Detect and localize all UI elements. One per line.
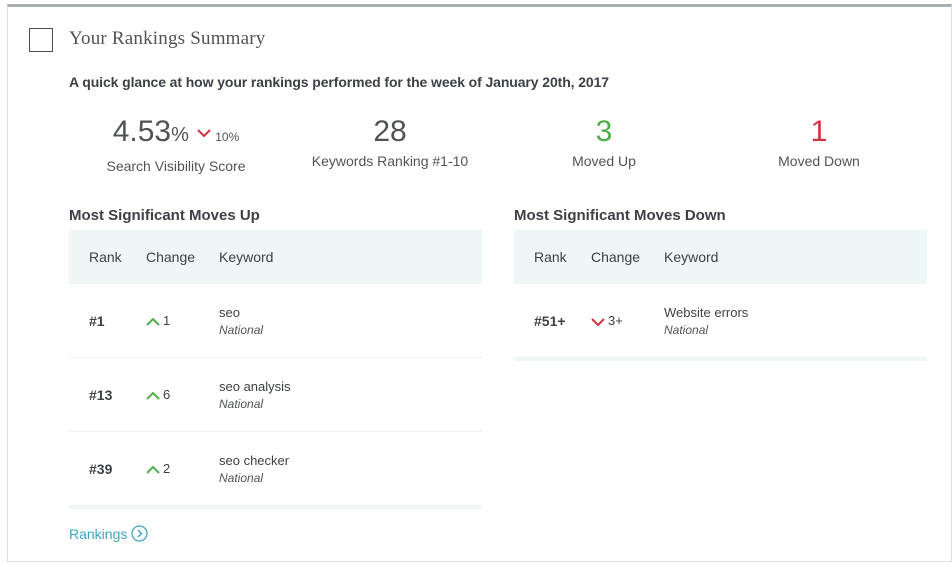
stat-moved-down: 1 Moved Down [744,114,894,169]
table-row: #1 1 seo National [69,284,482,358]
row-keyword: Website errors [664,304,749,320]
header-rank: Rank [89,249,122,265]
chevron-up-icon [146,465,160,474]
header-change: Change [146,249,196,265]
row-rank: #51+ [534,312,566,329]
chevron-down-icon [591,317,605,326]
row-location: National [664,322,709,337]
header-keyword: Keyword [664,249,719,265]
moves-down-header: Rank Change Keyword [514,230,927,284]
table-row: #51+ 3+ Website errors National [514,284,927,358]
header-change: Change [591,249,641,265]
row-location: National [219,396,264,411]
stat-visibility: 4.53% 10% Search Visibility Score [88,114,264,174]
moves-down-title: Most Significant Moves Down [514,207,726,224]
moves-up-table: Rank Change Keyword #1 1 seo National #1… [69,230,482,509]
card-title: Your Rankings Summary [69,28,266,49]
header-keyword: Keyword [219,249,274,265]
stat-top10: 28 Keywords Ranking #1-10 [302,114,478,169]
row-rank: #39 [89,460,113,477]
row-location: National [219,470,264,485]
top10-label: Keywords Ranking #1-10 [311,153,469,169]
row-keyword: seo checker [219,452,290,468]
top10-value: 28 [373,115,407,148]
rankings-link-label: Rankings [69,525,128,542]
moves-up-title: Most Significant Moves Up [69,207,260,224]
table-end [514,358,927,361]
moved-up-value: 3 [595,115,613,148]
card-subtitle: A quick glance at how your rankings perf… [69,74,609,90]
moved-down-label: Moved Down [778,153,860,169]
chevron-up-icon [146,317,160,326]
visibility-change: 10% [215,130,240,144]
visibility-label: Search Visibility Score [106,158,246,174]
table-row: #39 2 seo checker National [69,432,482,506]
row-keyword: seo [219,304,240,320]
moved-down-value: 1 [810,115,828,148]
row-change: 3+ [608,313,623,328]
stat-moved-up: 3 Moved Up [529,114,679,169]
select-checkbox[interactable] [29,28,53,52]
moves-down-table: Rank Change Keyword #51+ 3+ Website erro… [514,230,927,361]
row-location: National [219,322,264,337]
moves-up-header: Rank Change Keyword [69,230,482,284]
row-change: 2 [163,461,171,476]
row-rank: #1 [89,312,105,329]
row-rank: #13 [89,386,113,403]
chevron-down-icon [197,129,211,138]
header-rank: Rank [534,249,567,265]
rankings-link[interactable]: Rankings [69,525,149,542]
rankings-summary-card: Your Rankings Summary A quick glance at … [7,4,952,562]
moved-up-label: Moved Up [572,153,636,169]
chevron-right-circle-icon [131,525,149,542]
chevron-up-icon [146,391,160,400]
row-change: 1 [163,313,171,328]
visibility-value: 4.53% 10% [112,115,240,148]
row-change: 6 [163,387,171,402]
table-end [69,506,482,509]
table-row: #13 6 seo analysis National [69,358,482,432]
row-keyword: seo analysis [219,378,291,394]
